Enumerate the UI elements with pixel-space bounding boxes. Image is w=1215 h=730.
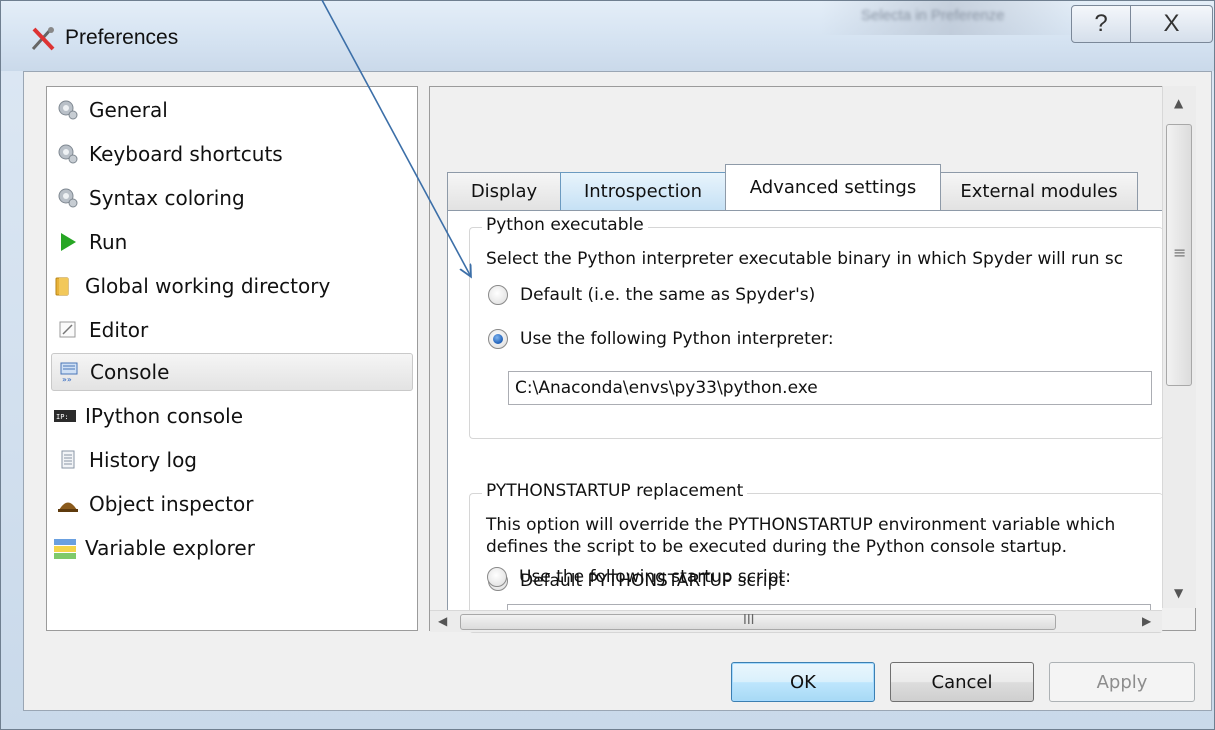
close-button[interactable]: X — [1131, 5, 1213, 43]
console-icon: »» — [58, 361, 80, 384]
preferences-category-list[interactable]: General Keyboard shortcuts Syntax colori… — [46, 86, 418, 631]
tab-display[interactable]: Display — [447, 172, 561, 210]
tab-label: Advanced settings — [749, 177, 917, 198]
gear-icon — [57, 143, 79, 165]
history-icon — [57, 449, 79, 471]
svg-text:IP:: IP: — [56, 413, 69, 421]
cancel-button[interactable]: Cancel — [890, 662, 1034, 702]
custom-interpreter-radio[interactable]: Use the following Python interpreter: — [488, 329, 834, 349]
sidebar-item-keyboard-shortcuts[interactable]: Keyboard shortcuts — [51, 135, 413, 173]
ok-button[interactable]: OK — [731, 662, 875, 702]
window-title: Preferences — [65, 26, 179, 49]
sidebar-item-console[interactable]: »» Console — [51, 353, 413, 391]
sidebar-item-label: Run — [89, 230, 128, 254]
startup-script-input[interactable] — [507, 604, 1151, 610]
tab-external-modules[interactable]: External modules — [940, 172, 1138, 210]
help-icon: ? — [1094, 10, 1108, 37]
sidebar-item-label: General — [89, 98, 168, 122]
preferences-window: Selecta in Preferenze Preferences ? X Ge… — [0, 0, 1215, 730]
tab-advanced-settings[interactable]: Advanced settings — [725, 164, 941, 210]
sidebar-item-label: Variable explorer — [85, 536, 255, 560]
sidebar-item-syntax-coloring[interactable]: Syntax coloring — [51, 179, 413, 217]
vertical-scrollbar[interactable]: ▲ ≡ ▼ — [1162, 86, 1196, 608]
dialog-body: General Keyboard shortcuts Syntax colori… — [23, 71, 1212, 711]
scroll-left-icon[interactable]: ◀ — [438, 614, 447, 628]
sidebar-item-ipython-console[interactable]: IP: IPython console — [51, 397, 413, 435]
inspector-icon — [57, 493, 79, 515]
scroll-down-icon[interactable]: ▼ — [1174, 586, 1183, 600]
button-label: Apply — [1096, 671, 1148, 693]
sidebar-item-editor[interactable]: Editor — [51, 311, 413, 349]
sidebar-item-run[interactable]: Run — [51, 223, 413, 261]
sidebar-item-global-working-directory[interactable]: Global working directory — [51, 267, 413, 305]
description-text-line1: This option will override the PYTHONSTAR… — [486, 515, 1116, 535]
tab-label: Introspection — [583, 181, 703, 202]
variable-explorer-icon — [53, 537, 76, 559]
tab-panel-advanced-settings: Python executable Select the Python inte… — [447, 210, 1163, 633]
gear-icon — [57, 187, 79, 209]
grip-icon: III — [743, 613, 755, 628]
radio-label: Use the following Python interpreter: — [520, 329, 834, 349]
interpreter-path-input[interactable]: C:\Anaconda\envs\py33\python.exe — [508, 371, 1152, 405]
scrollbar-thumb[interactable]: III — [460, 613, 1056, 630]
help-button[interactable]: ? — [1071, 5, 1131, 43]
radio-label: Default (i.e. the same as Spyder's) — [520, 285, 816, 305]
gear-icon — [57, 99, 79, 121]
close-icon: X — [1163, 10, 1180, 37]
group-title: Python executable — [482, 215, 648, 235]
sidebar-item-label: Syntax coloring — [89, 186, 245, 210]
button-label: Cancel — [931, 671, 993, 693]
sidebar-item-label: Object inspector — [89, 492, 254, 516]
editor-icon — [57, 319, 79, 341]
radio-button[interactable] — [488, 285, 508, 305]
ipython-icon: IP: — [53, 405, 76, 427]
tab-introspection[interactable]: Introspection — [560, 172, 726, 210]
title-bar[interactable]: Selecta in Preferenze Preferences ? X — [1, 1, 1214, 71]
default-interpreter-radio[interactable]: Default (i.e. the same as Spyder's) — [488, 285, 815, 305]
play-icon — [57, 231, 79, 253]
scrollbar-thumb[interactable]: ≡ — [1166, 124, 1192, 386]
tools-icon — [31, 27, 55, 51]
grip-icon: ≡ — [1173, 243, 1187, 262]
svg-text:»»: »» — [62, 375, 72, 383]
sidebar-item-label: Global working directory — [85, 274, 331, 298]
radio-button[interactable] — [487, 567, 507, 587]
radio-label: Use the following startup script: — [519, 567, 791, 587]
button-label: OK — [790, 671, 816, 693]
sidebar-item-history-log[interactable]: History log — [51, 441, 413, 479]
description-text-line2: defines the script to be executed during… — [486, 537, 1068, 557]
background-window-title-text: Selecta in Preferenze — [861, 7, 1005, 24]
group-title: PYTHONSTARTUP replacement — [482, 481, 748, 501]
sidebar-item-label: Console — [90, 360, 170, 384]
custom-startup-radio[interactable]: Use the following startup script: — [487, 567, 791, 587]
sidebar-item-label: IPython console — [85, 404, 244, 428]
scroll-up-icon[interactable]: ▲ — [1174, 96, 1183, 110]
sidebar-item-label: Keyboard shortcuts — [89, 142, 283, 166]
scroll-right-icon[interactable]: ▶ — [1142, 614, 1151, 628]
sidebar-item-label: History log — [89, 448, 197, 472]
apply-button[interactable]: Apply — [1049, 662, 1195, 702]
description-text: Select the Python interpreter executable… — [486, 249, 1124, 269]
folder-icon — [53, 275, 75, 297]
horizontal-scrollbar[interactable]: ◀ III ▶ — [430, 610, 1162, 632]
tab-label: External modules — [960, 181, 1118, 202]
sidebar-item-label: Editor — [89, 318, 149, 342]
tab-label: Display — [470, 181, 538, 202]
sidebar-item-object-inspector[interactable]: Object inspector — [51, 485, 413, 523]
sidebar-item-general[interactable]: General — [51, 91, 413, 129]
sidebar-item-variable-explorer[interactable]: Variable explorer — [51, 529, 413, 567]
radio-button-selected[interactable] — [488, 329, 508, 349]
